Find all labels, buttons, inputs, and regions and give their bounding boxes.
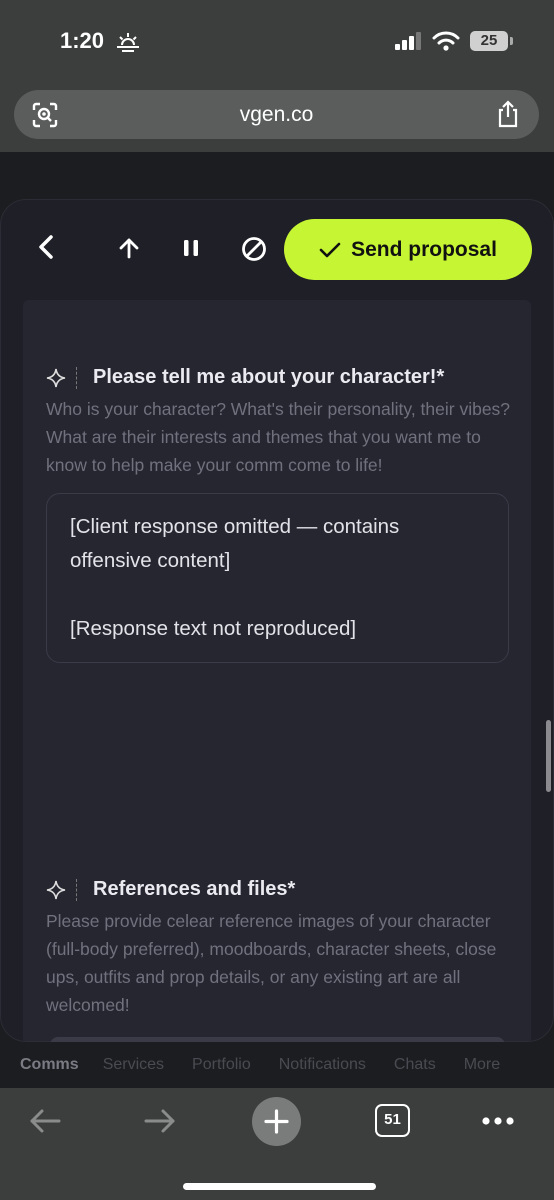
new-tab-button[interactable] — [252, 1097, 301, 1146]
sparkle-icon — [46, 368, 66, 387]
tab-more[interactable]: More — [464, 1056, 500, 1074]
url-bar[interactable]: vgen.co — [14, 90, 539, 139]
back-icon[interactable] — [35, 234, 57, 260]
question-description: Please provide celear reference images o… — [46, 911, 497, 1015]
home-indicator — [183, 1183, 376, 1190]
tab-services[interactable]: Services — [103, 1056, 164, 1074]
wifi-icon — [432, 31, 460, 51]
send-proposal-label: Send proposal — [351, 237, 497, 261]
plus-icon — [264, 1109, 289, 1134]
question-character: Please tell me about your character!* Wh… — [46, 366, 516, 663]
divider — [76, 878, 77, 901]
pause-icon[interactable] — [181, 238, 201, 258]
url-text[interactable]: vgen.co — [14, 103, 539, 127]
status-time: 1:20 — [60, 28, 105, 53]
question-title: References and files* — [93, 878, 296, 900]
battery-indicator: 25 — [470, 31, 513, 51]
question-description: Who is your character? What's their pers… — [46, 399, 511, 475]
send-proposal-button[interactable]: Send proposal — [284, 219, 532, 280]
forward-arrow-icon[interactable] — [143, 1106, 177, 1136]
answer-paragraph: [Client response omitted — contains offe… — [70, 515, 400, 572]
bottom-tab-bar: Comms Services Portfolio Notifications C… — [0, 1042, 554, 1088]
share-icon[interactable] — [495, 100, 521, 128]
question-title: Please tell me about your character!* — [93, 366, 445, 388]
modal-toolbar: Send proposal — [1, 200, 553, 300]
tab-portfolio[interactable]: Portfolio — [192, 1056, 251, 1074]
back-arrow-icon[interactable] — [28, 1106, 62, 1136]
divider — [76, 366, 77, 389]
block-icon[interactable] — [241, 236, 267, 262]
form-content: Please tell me about your character!* Wh… — [23, 300, 531, 1041]
tab-comms[interactable]: Comms — [20, 1056, 79, 1074]
up-arrow-icon[interactable] — [117, 236, 141, 260]
tab-notifications[interactable]: Notifications — [279, 1056, 366, 1074]
answer-paragraph: [Response text not reproduced] — [70, 617, 357, 640]
sun-icon — [117, 33, 139, 52]
tab-count-button[interactable]: 51 — [375, 1104, 410, 1137]
scrollbar[interactable] — [546, 720, 551, 792]
sparkle-icon — [46, 880, 66, 899]
more-icon[interactable] — [481, 1116, 515, 1126]
status-bar: 1:20 25 — [0, 0, 554, 82]
signal-icon — [395, 32, 421, 50]
check-icon — [319, 242, 341, 257]
browser-nav: 51 — [0, 1088, 554, 1200]
answer-box[interactable]: [Client response omitted — contains offe… — [46, 493, 509, 663]
question-references: References and files* Please provide cel… — [46, 878, 516, 1019]
tab-chats[interactable]: Chats — [394, 1056, 436, 1074]
proposal-modal: Send proposal Please tell me about your … — [0, 199, 554, 1042]
